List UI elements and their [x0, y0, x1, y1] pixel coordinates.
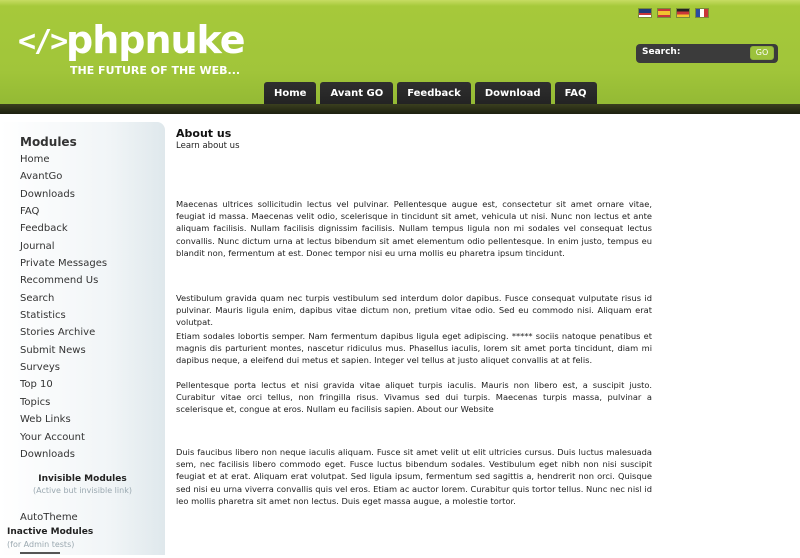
header-bottom-bar: [0, 104, 800, 114]
invisible-modules-note: (Active but invisible link): [33, 486, 132, 495]
module-link-topics[interactable]: Topics: [20, 394, 107, 411]
module-link-search[interactable]: Search: [20, 290, 107, 307]
nav-tab-avantgo[interactable]: Avant GO: [320, 82, 394, 106]
inactive-modules-title: Inactive Modules: [7, 527, 94, 537]
module-link-your-account[interactable]: Your Account: [20, 429, 107, 446]
nav-tab-download[interactable]: Download: [474, 82, 551, 106]
module-link-top-10[interactable]: Top 10: [20, 376, 107, 393]
module-link-surveys[interactable]: Surveys: [20, 359, 107, 376]
page-subtitle: Learn about us: [176, 141, 240, 151]
search-input[interactable]: [686, 47, 748, 59]
language-flags: [638, 8, 709, 18]
content-paragraph: Etiam sodales lobortis semper. Nam ferme…: [176, 331, 652, 366]
content-paragraph: Pellentesque porta lectus et nisi gravid…: [176, 380, 652, 415]
nav-tab-feedback[interactable]: Feedback: [397, 82, 471, 106]
site-header: </> phpnuke THE FUTURE OF THE WEB... Sea…: [0, 0, 800, 110]
module-link-autotheme[interactable]: AutoTheme: [20, 512, 78, 523]
content-paragraph: Duis faucibus libero non neque iaculis a…: [176, 447, 652, 506]
search-go-button[interactable]: GO: [750, 46, 774, 60]
nav-tab-home[interactable]: Home: [264, 82, 317, 106]
module-link-private-messages[interactable]: Private Messages: [20, 255, 107, 272]
module-link-home[interactable]: Home: [20, 151, 107, 168]
flag-us-icon[interactable]: [638, 8, 652, 18]
module-link-avantgo[interactable]: AvantGo: [20, 168, 107, 185]
module-link-web-links[interactable]: Web Links: [20, 411, 107, 428]
inactive-modules-note: (for Admin tests): [7, 540, 75, 549]
module-link-downloads[interactable]: Downloads: [20, 186, 107, 203]
modules-sidebar: Modules Home AvantGo Downloads FAQ Feedb…: [0, 122, 165, 555]
content-paragraph: Vestibulum gravida quam nec turpis vesti…: [176, 293, 652, 328]
logo-code-icon[interactable]: </>: [18, 24, 68, 59]
site-logo[interactable]: phpnuke: [66, 18, 246, 62]
flag-de-icon[interactable]: [676, 8, 690, 18]
sidebar-overflow-item: [20, 552, 60, 558]
module-link-stories-archive[interactable]: Stories Archive: [20, 324, 107, 341]
module-link-feedback[interactable]: Feedback: [20, 220, 107, 237]
flag-es-icon[interactable]: [657, 8, 671, 18]
search-label: Search:: [642, 47, 681, 57]
module-link-journal[interactable]: Journal: [20, 238, 107, 255]
module-link-faq[interactable]: FAQ: [20, 203, 107, 220]
site-tagline: THE FUTURE OF THE WEB...: [70, 64, 241, 77]
invisible-modules-title: Invisible Modules: [38, 474, 127, 484]
flag-fr-icon[interactable]: [695, 8, 709, 18]
modules-list: Home AvantGo Downloads FAQ Feedback Jour…: [20, 151, 107, 463]
module-link-downloads-2[interactable]: Downloads: [20, 446, 107, 463]
module-link-recommend-us[interactable]: Recommend Us: [20, 272, 107, 289]
page-title: About us: [176, 127, 232, 140]
nav-tab-faq[interactable]: FAQ: [554, 82, 597, 106]
main-nav: Home Avant GO Feedback Download FAQ: [264, 82, 597, 106]
content-paragraph: Maecenas ultrices sollicitudin lectus ve…: [176, 199, 652, 258]
modules-title: Modules: [20, 135, 77, 149]
module-link-statistics[interactable]: Statistics: [20, 307, 107, 324]
search-bar: Search: GO: [636, 44, 778, 63]
module-link-submit-news[interactable]: Submit News: [20, 342, 107, 359]
